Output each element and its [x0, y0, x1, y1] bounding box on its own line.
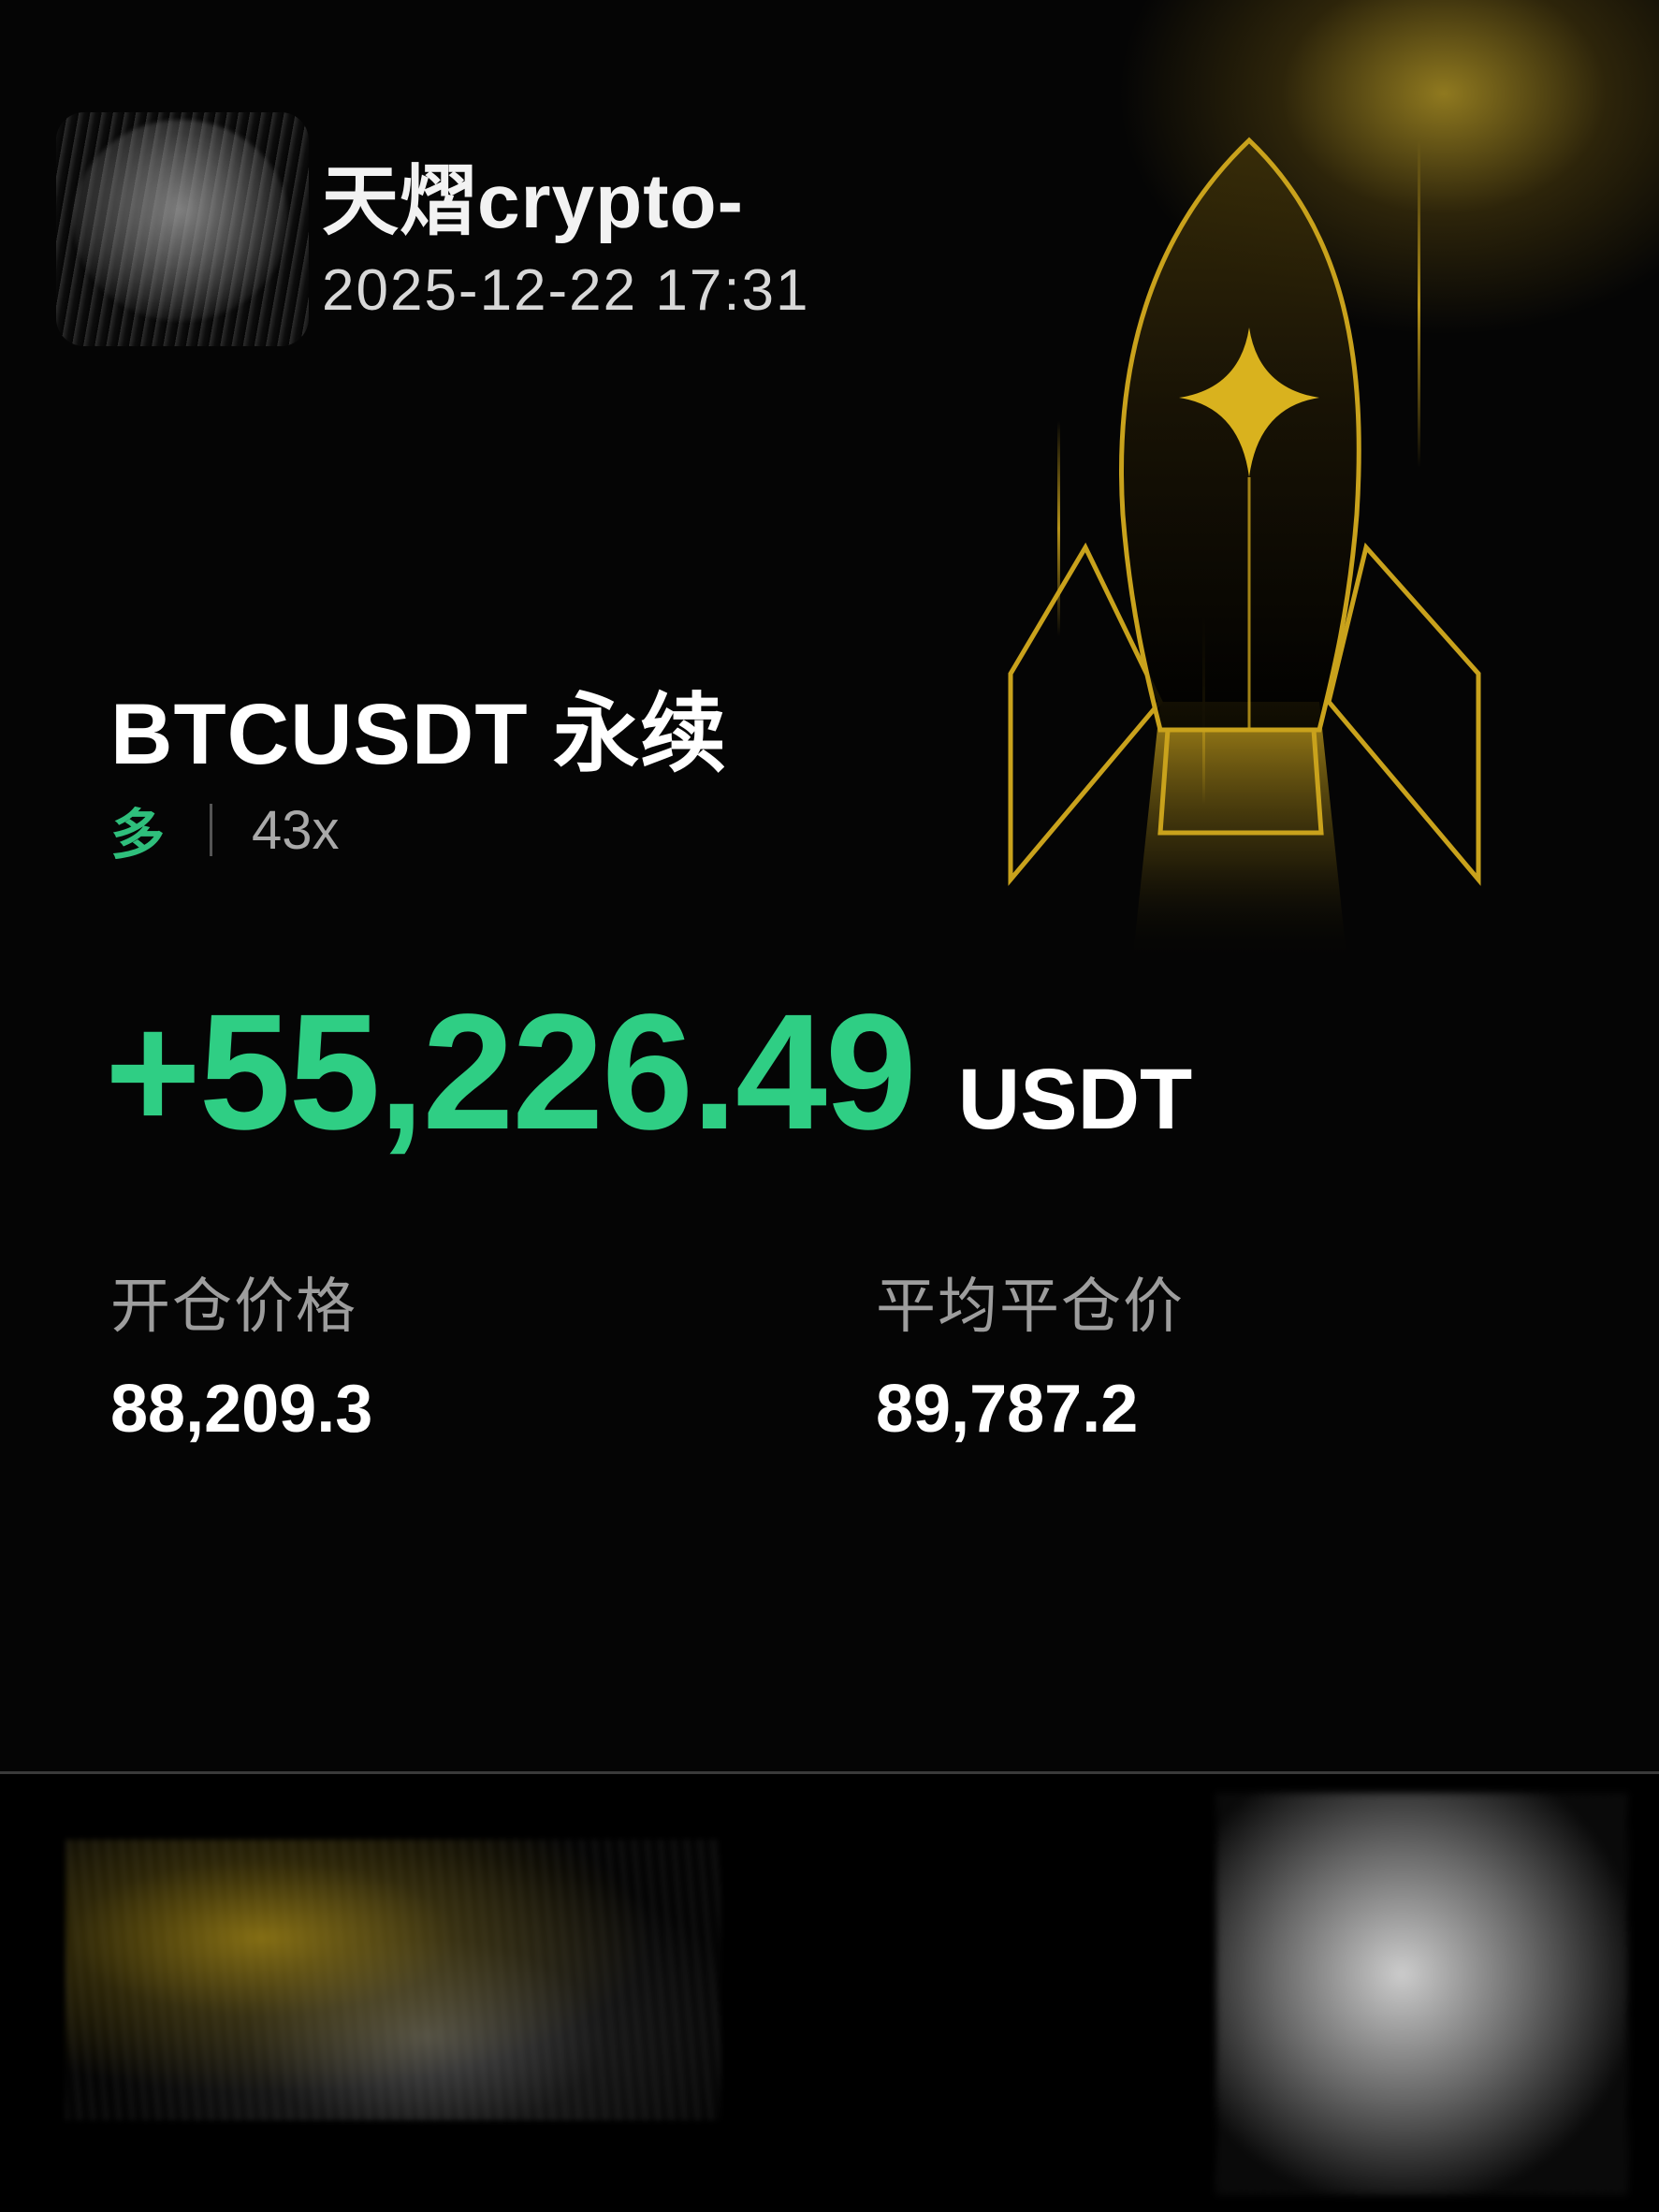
redacted-logo-smudge: [65, 1840, 720, 2120]
pnl-unit: USDT: [957, 1052, 1193, 1147]
username: 天熠crypto-: [322, 159, 744, 244]
avatar-blur-overlay: [56, 112, 309, 346]
pnl-share-card: 天熠crypto- 2025-12-22 17:31 BTCUSDT 永续 多 …: [0, 0, 1659, 1773]
pnl: +55,226.49 USDT: [105, 978, 1192, 1167]
rocket-icon: [1008, 137, 1481, 964]
leverage: 43x: [252, 799, 340, 861]
redacted-qr-smudge: [1216, 1793, 1628, 2195]
exit-price-label: 平均平仓价: [876, 1273, 1185, 1340]
position-side: 多: [110, 805, 166, 866]
exit-price-value: 89,787.2: [876, 1372, 1139, 1447]
exit-price-stat: 平均平仓价 89,787.2: [876, 1259, 1185, 1448]
pnl-value: +55,226.49: [105, 981, 917, 1164]
footer-redacted: [0, 1774, 1659, 2212]
meta-divider: [210, 804, 213, 856]
entry-price-stat: 开仓价格 88,209.3: [110, 1259, 372, 1448]
position-meta: 多 43x: [110, 791, 340, 869]
trading-pair: BTCUSDT 永续: [110, 687, 728, 782]
timestamp: 2025-12-22 17:31: [322, 258, 810, 323]
entry-price-value: 88,209.3: [110, 1372, 373, 1447]
entry-price-label: 开仓价格: [110, 1273, 357, 1340]
